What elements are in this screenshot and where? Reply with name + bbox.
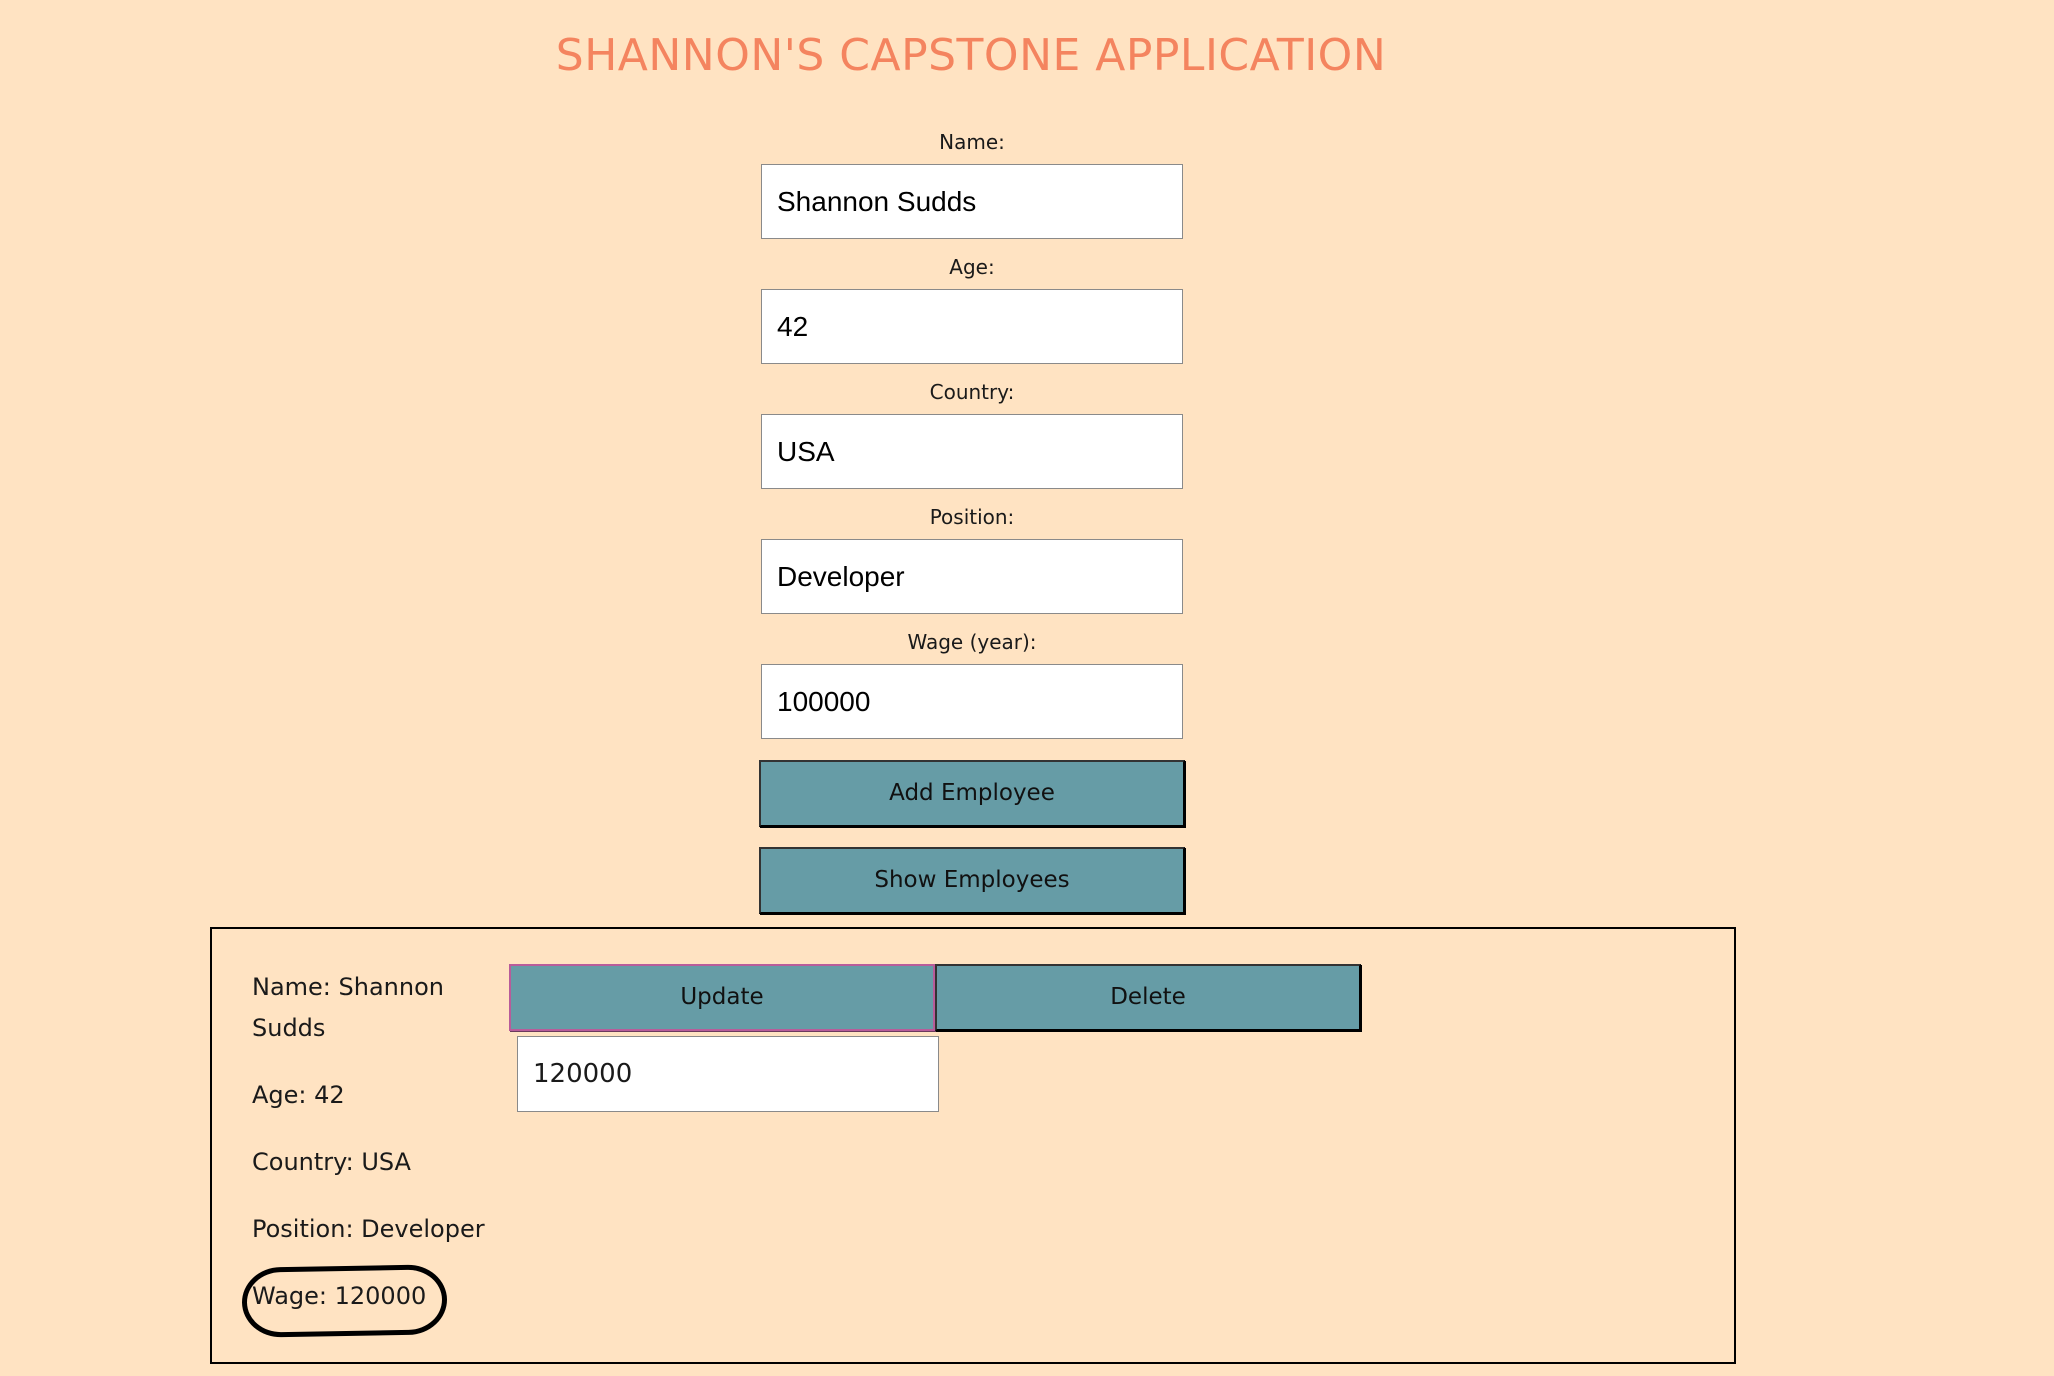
wage-input[interactable]: 100000 <box>761 664 1183 739</box>
page-title: SHANNON'S CAPSTONE APPLICATION <box>555 30 1387 81</box>
employee-age: Age: 42 <box>252 1081 345 1109</box>
wage-highlight-circle <box>241 1264 448 1338</box>
employee-country: Country: USA <box>252 1148 411 1176</box>
new-wage-input[interactable]: 120000 <box>517 1036 939 1112</box>
employee-form: Name: Shannon Sudds Age: 42 Country: USA… <box>761 128 1183 753</box>
add-employee-button[interactable]: Add Employee <box>759 760 1185 827</box>
position-input[interactable]: Developer <box>761 539 1183 614</box>
employee-position: Position: Developer <box>252 1215 485 1243</box>
delete-button[interactable]: Delete <box>935 964 1361 1031</box>
employee-card: Name: Shannon Sudds Age: 42 Country: USA… <box>210 927 1736 1364</box>
country-input[interactable]: USA <box>761 414 1183 489</box>
name-input[interactable]: Shannon Sudds <box>761 164 1183 239</box>
age-input[interactable]: 42 <box>761 289 1183 364</box>
wage-label: Wage (year): <box>907 630 1037 654</box>
employee-name: Name: Shannon Sudds <box>252 973 444 1042</box>
update-button[interactable]: Update <box>509 964 935 1031</box>
name-label: Name: <box>939 130 1005 154</box>
age-label: Age: <box>949 255 995 279</box>
country-label: Country: <box>929 380 1015 404</box>
show-employees-button[interactable]: Show Employees <box>759 847 1185 914</box>
position-label: Position: <box>929 505 1015 529</box>
